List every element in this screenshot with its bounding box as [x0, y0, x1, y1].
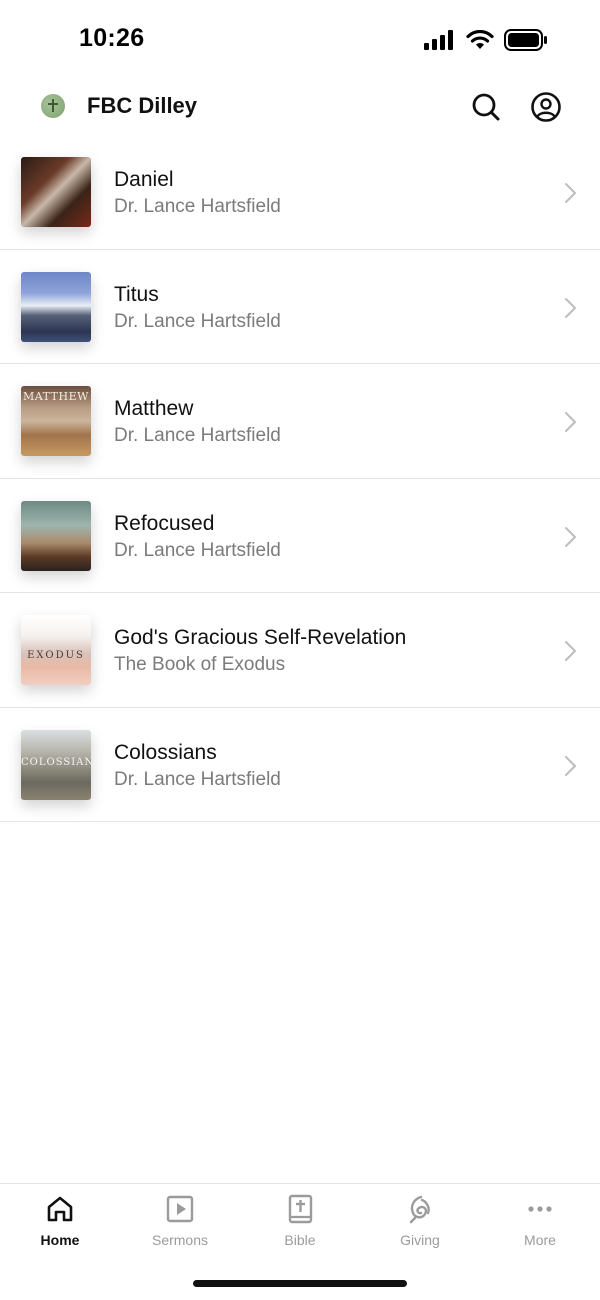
series-item-colossians[interactable]: COLOSSIANS Colossians Dr. Lance Hartsfie…	[0, 708, 600, 822]
search-icon	[472, 93, 500, 121]
status-time: 10:26	[79, 24, 145, 52]
series-title: Titus	[114, 282, 159, 306]
tab-label: Home	[40, 1232, 80, 1248]
app-header: FBC Dilley	[0, 80, 600, 140]
wifi-icon	[466, 30, 494, 49]
series-thumbnail	[21, 271, 91, 342]
tab-label: Sermons	[151, 1232, 209, 1248]
series-subtitle: Dr. Lance Hartsfield	[114, 425, 281, 446]
app-title: FBC Dilley	[87, 93, 198, 118]
series-thumbnail	[21, 500, 91, 571]
series-item-matthew[interactable]: MATTHEW Matthew Dr. Lance Hartsfield	[0, 364, 600, 479]
tab-label: Giving	[400, 1232, 440, 1248]
series-title: Refocused	[114, 511, 215, 535]
series-title: Colossians	[114, 740, 217, 764]
tab-giving[interactable]: Giving	[360, 1194, 480, 1254]
cellular-signal-icon	[424, 30, 453, 50]
chevron-right-icon	[565, 183, 576, 203]
series-subtitle: Dr. Lance Hartsfield	[114, 196, 281, 217]
series-title: God's Gracious Self-Revelation	[114, 626, 407, 649]
tab-label: Bible	[284, 1232, 316, 1248]
series-item-titus[interactable]: Titus Dr. Lance Hartsfield	[0, 250, 600, 364]
tab-label: More	[524, 1232, 556, 1248]
series-subtitle: Dr. Lance Hartsfield	[114, 310, 281, 332]
giving-icon	[409, 1195, 430, 1224]
series-item-daniel[interactable]: Daniel Dr. Lance Hartsfield	[0, 135, 600, 250]
home-indicator	[193, 1280, 407, 1287]
chevron-right-icon	[565, 526, 576, 547]
series-subtitle: Dr. Lance Hartsfield	[114, 539, 281, 561]
series-title: Matthew	[114, 397, 194, 420]
account-icon	[531, 92, 561, 122]
series-item-exodus[interactable]: EXODUS God's Gracious Self-Revelation Th…	[0, 593, 600, 708]
series-list: Daniel Dr. Lance Hartsfield Titus Dr. La…	[0, 135, 600, 822]
thumbnail-text: COLOSSIANS	[21, 756, 91, 768]
thumbnail-text: MATTHEW	[23, 390, 89, 403]
status-bar: 10:26	[0, 0, 600, 80]
tab-home[interactable]: Home	[0, 1194, 120, 1254]
tab-sermons[interactable]: Sermons	[120, 1194, 240, 1254]
search-button[interactable]	[469, 90, 503, 124]
chevron-right-icon	[565, 755, 576, 776]
account-button[interactable]	[529, 90, 563, 124]
bible-icon	[288, 1194, 313, 1224]
chevron-right-icon	[565, 297, 576, 318]
play-icon	[166, 1195, 194, 1223]
home-icon	[47, 1196, 73, 1222]
series-subtitle: The Book of Exodus	[114, 654, 286, 675]
series-thumbnail: COLOSSIANS	[21, 729, 91, 800]
chevron-right-icon	[565, 412, 576, 432]
series-thumbnail: EXODUS	[21, 615, 91, 685]
series-title: Daniel	[114, 168, 174, 191]
series-item-refocused[interactable]: Refocused Dr. Lance Hartsfield	[0, 479, 600, 593]
series-subtitle: Dr. Lance Hartsfield	[114, 768, 281, 790]
church-logo-icon	[41, 94, 65, 118]
series-thumbnail	[21, 157, 91, 227]
more-icon	[528, 1206, 552, 1212]
chevron-right-icon	[565, 641, 576, 661]
battery-icon	[504, 29, 547, 51]
series-thumbnail: MATTHEW	[21, 386, 91, 456]
thumbnail-text: EXODUS	[27, 650, 85, 661]
tab-bible[interactable]: Bible	[240, 1194, 360, 1254]
tab-more[interactable]: More	[480, 1194, 600, 1254]
status-icons	[424, 29, 548, 51]
